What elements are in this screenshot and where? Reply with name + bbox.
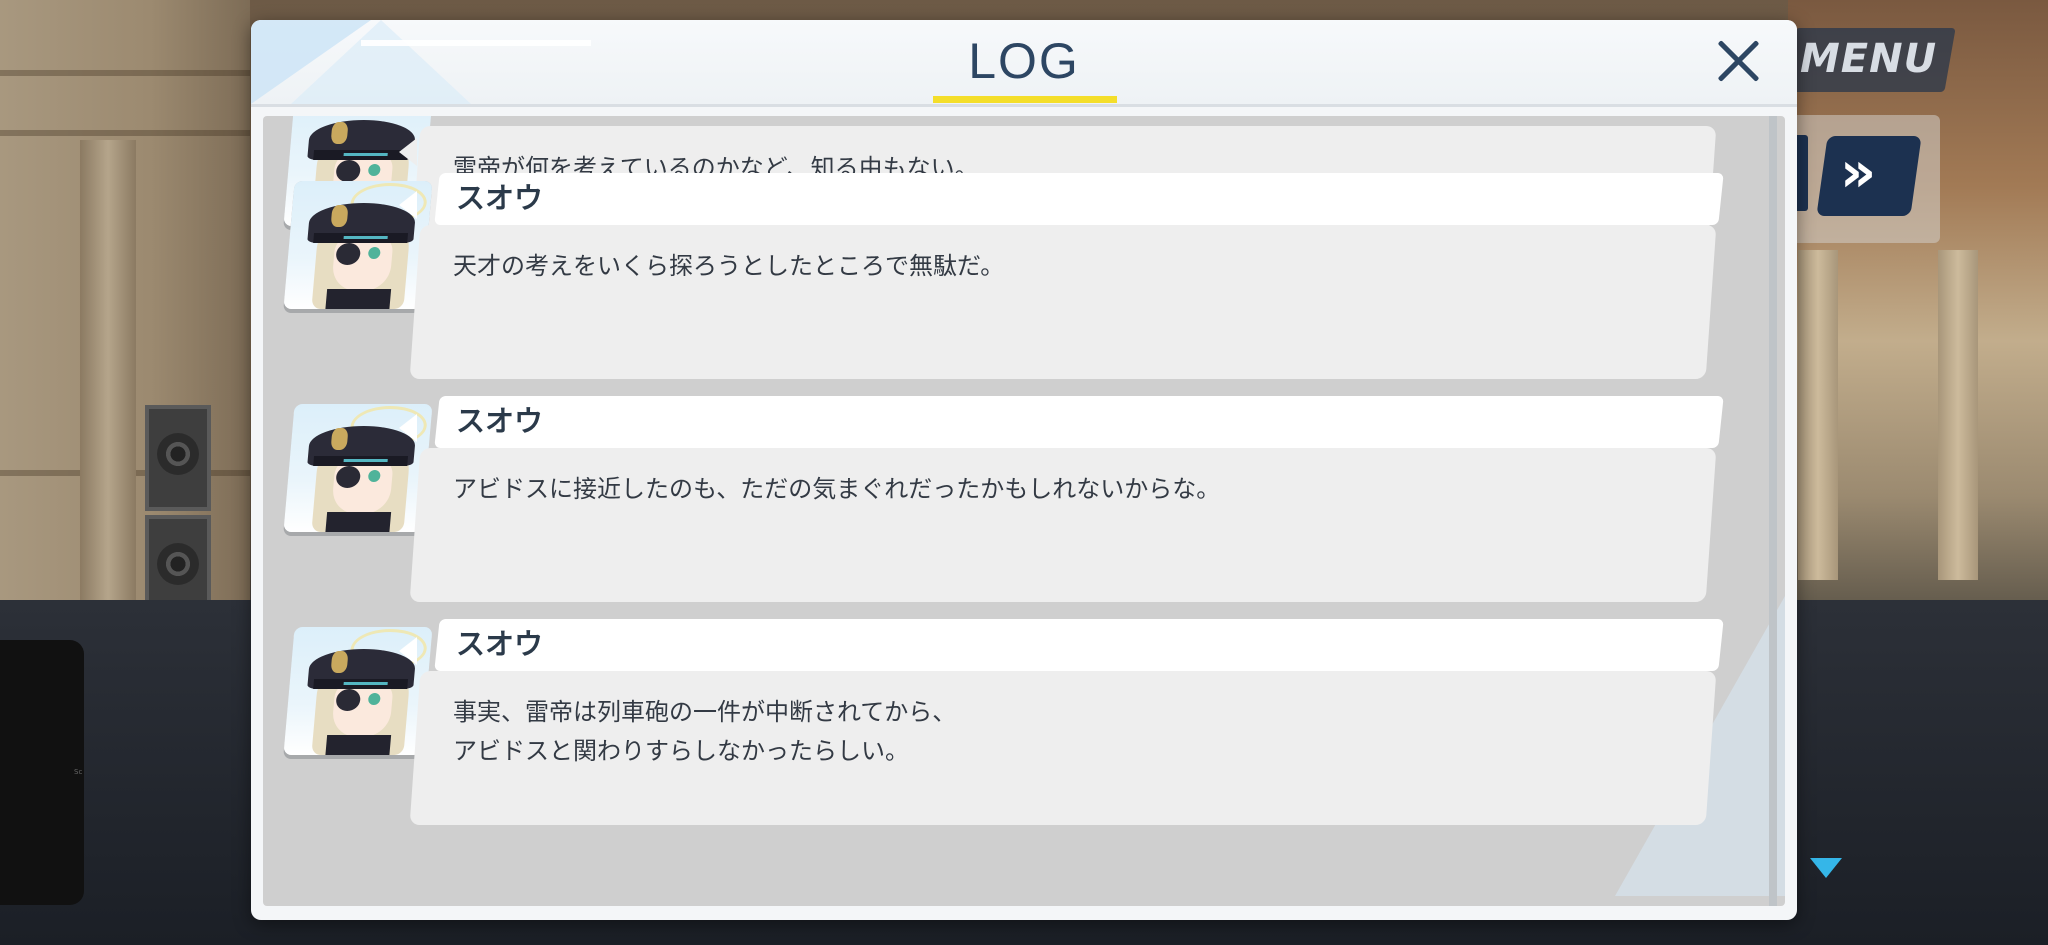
speaker-name: スオウ <box>456 627 544 661</box>
menu-button-label[interactable]: MENU <box>1800 36 1937 82</box>
log-entry: スオウ アビドスに接近したのも、ただの気まぐれだったかもしれないからな。 <box>263 394 1785 604</box>
dialogue-line: アビドスに接近したのも、ただの気まぐれだったかもしれないからな。 <box>453 475 1221 503</box>
background-building <box>1788 0 2048 620</box>
log-entry: スオウ 天才の考えをいくら探ろうとしたところで無駄だ。 <box>263 171 1785 381</box>
dialogue-line: 事実、雷帝は列車砲の一件が中断されてから、 <box>453 698 957 726</box>
log-header: LOG <box>251 20 1797 107</box>
close-icon[interactable] <box>1707 30 1769 92</box>
bubble-tail <box>399 414 417 442</box>
speaker-name: スオウ <box>456 404 544 438</box>
log-window: LOG 雷帝が何を考えているのかなど、知る由もない。 スオウ 天才の考えをいくら… <box>251 20 1797 920</box>
log-entry: スオウ 事実、雷帝は列車砲の一件が中断されてから、 アビドスと関わりすらしなかっ… <box>263 617 1785 827</box>
background-pillar <box>80 140 136 660</box>
speaker-name: スオウ <box>456 181 544 215</box>
log-list[interactable]: 雷帝が何を考えているのかなど、知る由もない。 スオウ 天才の考えをいくら探ろうと… <box>263 116 1785 906</box>
speaker-name-bar <box>434 173 1724 225</box>
bubble-tail <box>399 637 417 665</box>
fast-forward-icon[interactable]: » <box>1840 140 1876 205</box>
log-title: LOG <box>968 33 1080 89</box>
vent-fan-icon <box>145 405 211 511</box>
dialogue-line: アビドスと関わりすらしなかったらしい。 <box>453 737 909 765</box>
next-arrow-icon[interactable] <box>1810 858 1842 878</box>
scrollbar[interactable] <box>1769 116 1777 906</box>
fast-forward-button[interactable] <box>1816 136 1922 216</box>
bubble-tail <box>399 138 417 166</box>
speaker-name-bar <box>434 619 1724 671</box>
side-panel: Sc <box>0 640 84 905</box>
title-underline <box>933 96 1117 103</box>
log-entry: 雷帝が何を考えているのかなど、知る由もない。 <box>263 116 1785 279</box>
bubble-tail <box>399 191 417 219</box>
dialogue-line: 天才の考えをいくら探ろうとしたところで無駄だ。 <box>453 252 1005 280</box>
speaker-name-bar <box>434 396 1724 448</box>
